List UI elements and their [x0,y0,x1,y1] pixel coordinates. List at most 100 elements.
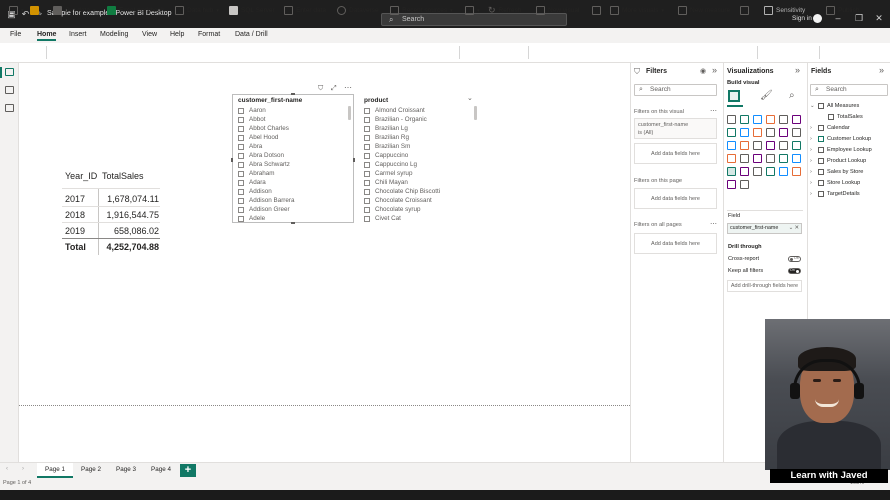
visual-type-icon[interactable] [740,115,749,124]
collapse-icon[interactable]: » [795,65,800,75]
chevron-icon[interactable]: ⌄ [810,103,815,109]
slicer-item[interactable]: Brazilian Lg [364,124,472,133]
slicer-item[interactable]: Adele [238,214,346,223]
visual-type-icon[interactable] [753,167,762,176]
slicer-item[interactable]: Abra Dotson [238,151,346,160]
focus-mode-icon[interactable]: ⤢ [331,85,337,93]
prev-page-icon[interactable]: ‹ [6,466,8,472]
slicer-item[interactable]: Cappuccino Lg [364,160,472,169]
visual-type-icon[interactable] [740,167,749,176]
text-box-button[interactable] [592,5,601,16]
field-table-item[interactable]: › Employee Lookup [810,144,888,155]
checkbox[interactable] [238,125,244,132]
slicer-item[interactable]: Almond Croissant [364,106,472,115]
field-table-item[interactable]: › Sales by Store [810,166,888,177]
field-table-item[interactable]: › Store Lookup [810,177,888,188]
slicer-item[interactable]: Abbot Charles [238,124,346,133]
more-options-icon[interactable]: ⋯ [344,83,352,92]
table-view-icon[interactable] [5,86,14,94]
paste-button[interactable]: ▾ [9,5,24,16]
visual-type-icon[interactable] [727,154,736,163]
slicer-item[interactable]: Abraham [238,169,346,178]
visual-type-icon[interactable] [727,141,736,150]
resize-handle[interactable] [291,93,295,95]
chevron-icon[interactable]: › [810,180,815,186]
menu-format[interactable]: Format [198,31,220,38]
eye-icon[interactable]: ◉ [700,67,706,75]
visual-type-icon[interactable] [753,128,762,137]
format-painter-button[interactable] [30,5,39,16]
build-visual-icon[interactable] [728,90,740,102]
analytics-icon[interactable]: ⌕ [789,90,795,101]
checkbox[interactable] [364,179,370,186]
checkbox[interactable] [238,170,244,177]
checkbox[interactable] [364,134,370,141]
add-page-button[interactable]: + [180,464,196,477]
checkbox[interactable] [238,188,244,195]
filters-search[interactable]: ⌕ Search [634,84,717,96]
slicer-scrollbar[interactable] [474,106,477,120]
checkbox[interactable] [364,143,370,150]
menu-file[interactable]: File [10,31,21,38]
checkbox[interactable] [238,134,244,141]
get-data-button[interactable]: Get data ▾ [53,5,95,16]
checkbox[interactable] [364,107,370,114]
slicer-item[interactable]: Brazilian Sm [364,142,472,151]
visual-type-icon[interactable] [740,154,749,163]
page-tab[interactable]: Page 1 [37,463,73,478]
menu-data-drill[interactable]: Data / Drill [235,31,268,38]
keep-filters-toggle[interactable]: On [788,268,801,274]
slicer-item[interactable]: Civet Cat [364,214,472,223]
filter-card[interactable]: customer_first-name is (All) [634,118,717,139]
slicer-item[interactable]: Addison [238,187,346,196]
resize-handle[interactable] [231,158,233,162]
checkbox[interactable] [238,107,244,114]
checkbox[interactable] [364,125,370,132]
close-icon[interactable]: ✕ [872,13,886,24]
chevron-icon[interactable]: › [810,158,815,164]
slicer-item[interactable]: Chocolate Chip Biscotti [364,187,472,196]
remove-field-icon[interactable]: ⌄ ✕ [789,224,799,233]
quick-measure-button[interactable] [740,5,749,16]
visual-type-icon[interactable] [766,128,775,137]
menu-modeling[interactable]: Modeling [100,31,128,38]
publish-button[interactable]: Publish [826,5,859,16]
filter-icon[interactable]: ⛉ [318,85,323,93]
transform-button[interactable]: ▾ [465,5,480,16]
visual-type-icon[interactable] [792,128,801,137]
page-tab[interactable]: Page 4 [145,463,177,478]
checkbox[interactable] [364,206,370,213]
chevron-icon[interactable]: › [810,169,815,175]
visual-type-icon[interactable] [792,115,801,124]
field-table-item[interactable]: TotalSales [810,111,888,122]
slicer-scrollbar[interactable] [348,106,351,120]
visual-type-icon[interactable] [727,115,736,124]
visual-type-icon[interactable] [740,180,749,189]
visual-type-icon[interactable] [766,115,775,124]
format-visual-icon[interactable]: 🖌 [760,90,773,101]
visual-type-icon[interactable] [779,115,788,124]
slicer-item[interactable]: Abra Schwartz [238,160,346,169]
menu-help[interactable]: Help [170,31,184,38]
slicer-item[interactable]: Abbot [238,115,346,124]
checkbox[interactable] [238,215,244,222]
new-measure-button[interactable]: New measure [678,5,730,16]
field-table-item[interactable]: › TargetDetails [810,188,888,199]
slicer-item[interactable]: Cappuccino [364,151,472,160]
checkbox[interactable] [238,116,244,123]
field-table-item[interactable]: ⌄ All Measures [810,100,888,111]
slicer-item[interactable]: Abra [238,142,346,151]
more-visuals-button[interactable]: More visuals ▾ [610,5,664,16]
avatar[interactable] [813,14,822,23]
checkbox[interactable] [364,170,370,177]
checkbox[interactable] [238,152,244,159]
visual-type-icon[interactable] [779,141,788,150]
visual-type-icon[interactable] [753,154,762,163]
menu-home[interactable]: Home [37,31,57,41]
checkbox[interactable] [238,143,244,150]
checkbox[interactable] [364,116,370,123]
slicer-item[interactable]: Carmel syrup [364,169,472,178]
resize-handle[interactable] [353,158,355,162]
visual-type-icon[interactable] [779,167,788,176]
page-tab[interactable]: Page 3 [110,463,142,478]
